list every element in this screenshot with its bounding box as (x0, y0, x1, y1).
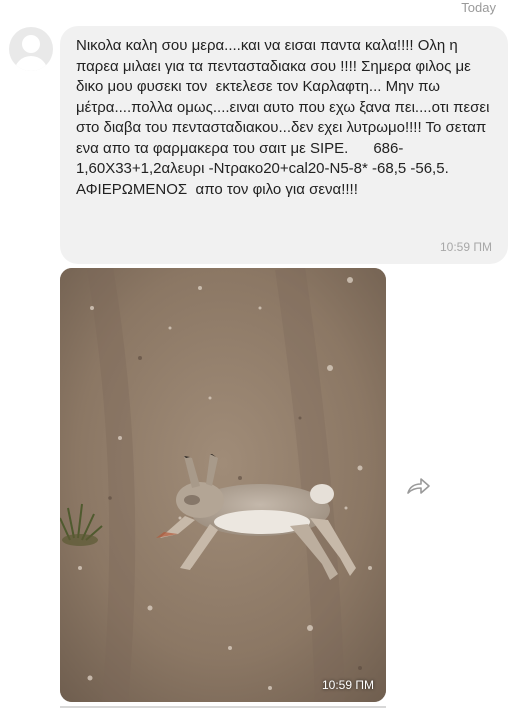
image-attachment[interactable]: 10:59 ΠΜ (60, 268, 386, 702)
sender-avatar-icon[interactable] (9, 27, 53, 71)
message-timestamp: 10:59 ΠΜ (439, 240, 492, 254)
image-timestamp: 10:59 ΠΜ (321, 678, 374, 692)
avatar-body-shape (14, 56, 48, 71)
chat-conversation: Today Νικολα καλη σου μερα....και να εισ… (0, 0, 520, 710)
avatar-head-shape (22, 35, 40, 53)
message-bubble[interactable]: Νικολα καλη σου μερα....και να εισαι παν… (60, 26, 508, 264)
forward-share-icon[interactable] (404, 475, 432, 499)
date-label: Today (461, 0, 496, 15)
divider (60, 706, 386, 708)
photo-hare-on-dirt-road (60, 268, 386, 702)
message-text: Νικολα καλη σου μερα....και να εισαι παν… (76, 37, 494, 198)
